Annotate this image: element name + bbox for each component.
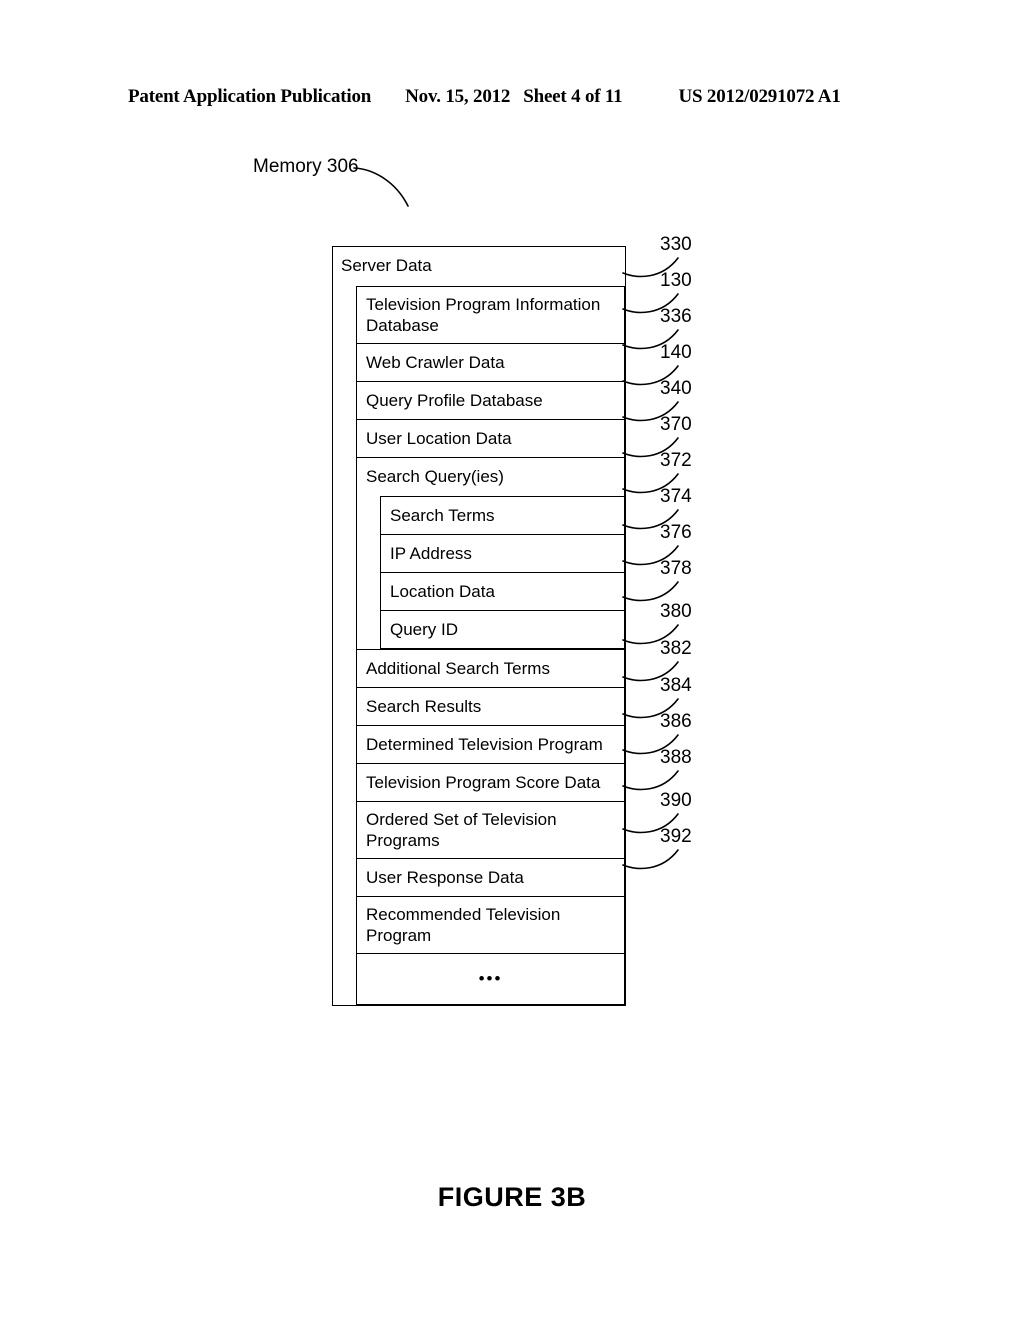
item-ordered-set-of-television-programs: Ordered Set of Television Programs: [357, 802, 624, 859]
header-sheet: Sheet 4 of 11: [523, 86, 623, 107]
ref-numeral-382: 382: [660, 638, 692, 659]
ref-numeral-372: 372: [660, 450, 692, 471]
ref-numeral-340: 340: [660, 378, 692, 399]
page-header: Patent Application Publication Nov. 15, …: [128, 86, 896, 112]
item-user-location-data: User Location Data: [357, 420, 624, 458]
ref-numeral-130: 130: [660, 270, 692, 291]
header-date: Nov. 15, 2012: [405, 86, 511, 107]
item-location-data: Location Data: [381, 573, 624, 611]
item-search-terms: Search Terms: [381, 497, 624, 535]
figure-caption: FIGURE 3B: [437, 1182, 587, 1212]
ref-numeral-390: 390: [660, 790, 692, 811]
item-recommended-television-program: Recommended Television Program: [357, 897, 624, 954]
ref-numeral-386: 386: [660, 711, 692, 732]
reference-numeral-column: 330 130 336 140 340 370 372 374 376 378 …: [620, 228, 740, 908]
item-search-queries-group: Search Query(ies) Search Terms IP Addres…: [357, 458, 624, 650]
ref-numeral-140: 140: [660, 342, 692, 363]
server-data-title: Server Data: [341, 256, 432, 275]
ref-numeral-376: 376: [660, 522, 692, 543]
server-data-item-list: Television Program Information Database …: [356, 286, 625, 1005]
item-web-crawler-data: Web Crawler Data: [357, 344, 624, 382]
item-additional-search-terms: Additional Search Terms: [357, 650, 624, 688]
item-search-results: Search Results: [357, 688, 624, 726]
ref-numeral-370: 370: [660, 414, 692, 435]
memory-label: Memory 306: [253, 156, 359, 177]
item-query-profile-database: Query Profile Database: [357, 382, 624, 420]
item-determined-television-program: Determined Television Program: [357, 726, 624, 764]
memory-leader-line: [353, 167, 409, 207]
header-patent-number: US 2012/0291072 A1: [678, 86, 841, 107]
ref-numeral-330: 330: [660, 234, 692, 255]
item-ip-address: IP Address: [381, 535, 624, 573]
search-query-sub-list: Search Terms IP Address Location Data Qu…: [380, 496, 624, 649]
item-television-program-score-data: Television Program Score Data: [357, 764, 624, 802]
ref-numeral-374: 374: [660, 486, 692, 507]
memory-diagram: Server Data Television Program Informati…: [332, 246, 626, 1006]
item-television-program-information-database: Television Program Information Database: [357, 287, 624, 344]
ref-numeral-336: 336: [660, 306, 692, 327]
ref-numeral-388: 388: [660, 747, 692, 768]
ref-numeral-380: 380: [660, 601, 692, 622]
ref-numeral-384: 384: [660, 675, 692, 696]
server-data-box: Server Data Television Program Informati…: [332, 246, 626, 1006]
item-search-queries-label: Search Query(ies): [366, 467, 504, 486]
item-user-response-data: User Response Data: [357, 859, 624, 897]
ref-numeral-378: 378: [660, 558, 692, 579]
item-ellipsis: •••: [478, 969, 503, 988]
ref-leader-392: [622, 849, 679, 870]
ref-numeral-392: 392: [660, 826, 692, 847]
header-publication: Patent Application Publication: [128, 86, 372, 107]
item-query-id: Query ID: [390, 620, 459, 639]
